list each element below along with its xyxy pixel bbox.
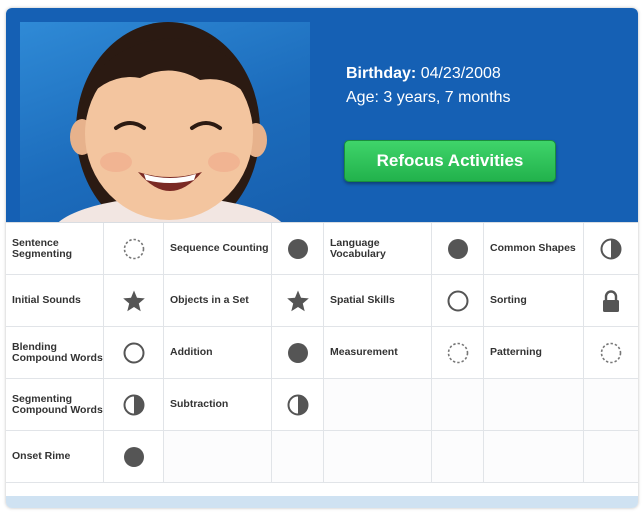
skill-name: Sequence Counting (170, 242, 269, 254)
profile-info: Birthday: 04/23/2008 Age: 3 years, 7 mon… (346, 62, 511, 110)
dashed-circle-icon[interactable] (432, 327, 484, 379)
skill-label-sentence-segmenting: Sentence Segmenting (6, 223, 104, 275)
filled-circle-icon[interactable] (432, 223, 484, 275)
star-icon[interactable] (272, 275, 324, 327)
age-text: Age: 3 years, 7 months (346, 89, 511, 106)
half-circle-icon[interactable] (104, 379, 164, 431)
empty-cell (432, 379, 484, 431)
child-profile-card: Birthday: 04/23/2008 Age: 3 years, 7 mon… (6, 8, 638, 508)
empty-cell (324, 379, 432, 431)
half-circle-icon[interactable] (272, 379, 324, 431)
skill-name: Objects in a Set (170, 294, 249, 306)
skill-name: Patterning (490, 346, 542, 358)
skill-name: Addition (170, 346, 213, 358)
empty-cell (432, 431, 484, 483)
lock-icon[interactable] (584, 275, 638, 327)
birthday-line: Birthday: 04/23/2008 (346, 62, 511, 86)
skill-label-language-vocabulary: Language Vocabulary (324, 223, 432, 275)
empty-cell (324, 431, 432, 483)
skill-label-onset-rime: Onset Rime (6, 431, 104, 483)
profile-header: Birthday: 04/23/2008 Age: 3 years, 7 mon… (6, 8, 638, 222)
empty-cell (584, 431, 638, 483)
skill-name: Sentence Segmenting (12, 236, 73, 260)
skill-name: Spatial Skills (330, 294, 395, 306)
skill-name: Sorting (490, 294, 527, 306)
empty-cell (272, 431, 324, 483)
skills-grid: Sentence Segmenting Sequence Counting Lang… (6, 222, 638, 496)
filled-circle-icon[interactable] (272, 223, 324, 275)
skill-name: Language Vocabulary (330, 236, 386, 260)
skill-name: Segmenting Compound Words (12, 392, 103, 416)
skill-label-addition: Addition (164, 327, 272, 379)
empty-circle-icon[interactable] (104, 327, 164, 379)
skill-name: Blending Compound Words (12, 340, 103, 364)
footer-bar (6, 496, 638, 508)
empty-cell (484, 379, 584, 431)
skill-name: Common Shapes (490, 242, 576, 254)
child-photo (20, 22, 310, 222)
skill-label-blending-compound-words: Blending Compound Words (6, 327, 104, 379)
skill-name: Subtraction (170, 398, 229, 410)
skill-name: Measurement (330, 346, 398, 358)
skill-label-subtraction: Subtraction (164, 379, 272, 431)
skill-label-objects-in-a-set: Objects in a Set (164, 275, 272, 327)
skill-name: Onset Rime (12, 450, 71, 462)
star-icon[interactable] (104, 275, 164, 327)
skill-label-segmenting-compound-words: Segmenting Compound Words (6, 379, 104, 431)
skill-label-sequence-counting: Sequence Counting (164, 223, 272, 275)
skill-label-patterning: Patterning (484, 327, 584, 379)
dashed-circle-icon[interactable] (104, 223, 164, 275)
skill-label-sorting: Sorting (484, 275, 584, 327)
dashed-circle-icon[interactable] (584, 327, 638, 379)
skill-label-common-shapes: Common Shapes (484, 223, 584, 275)
filled-circle-icon[interactable] (272, 327, 324, 379)
birthday-value: 04/23/2008 (420, 65, 501, 82)
empty-circle-icon[interactable] (432, 275, 484, 327)
birthday-label: Birthday: (346, 65, 417, 82)
skill-label-initial-sounds: Initial Sounds (6, 275, 104, 327)
skill-name: Initial Sounds (12, 294, 81, 306)
skill-label-measurement: Measurement (324, 327, 432, 379)
empty-cell (484, 431, 584, 483)
half-circle-icon[interactable] (584, 223, 638, 275)
skill-label-spatial-skills: Spatial Skills (324, 275, 432, 327)
empty-cell (164, 431, 272, 483)
refocus-activities-button[interactable]: Refocus Activities (344, 140, 556, 182)
empty-cell (584, 379, 638, 431)
filled-circle-icon[interactable] (104, 431, 164, 483)
